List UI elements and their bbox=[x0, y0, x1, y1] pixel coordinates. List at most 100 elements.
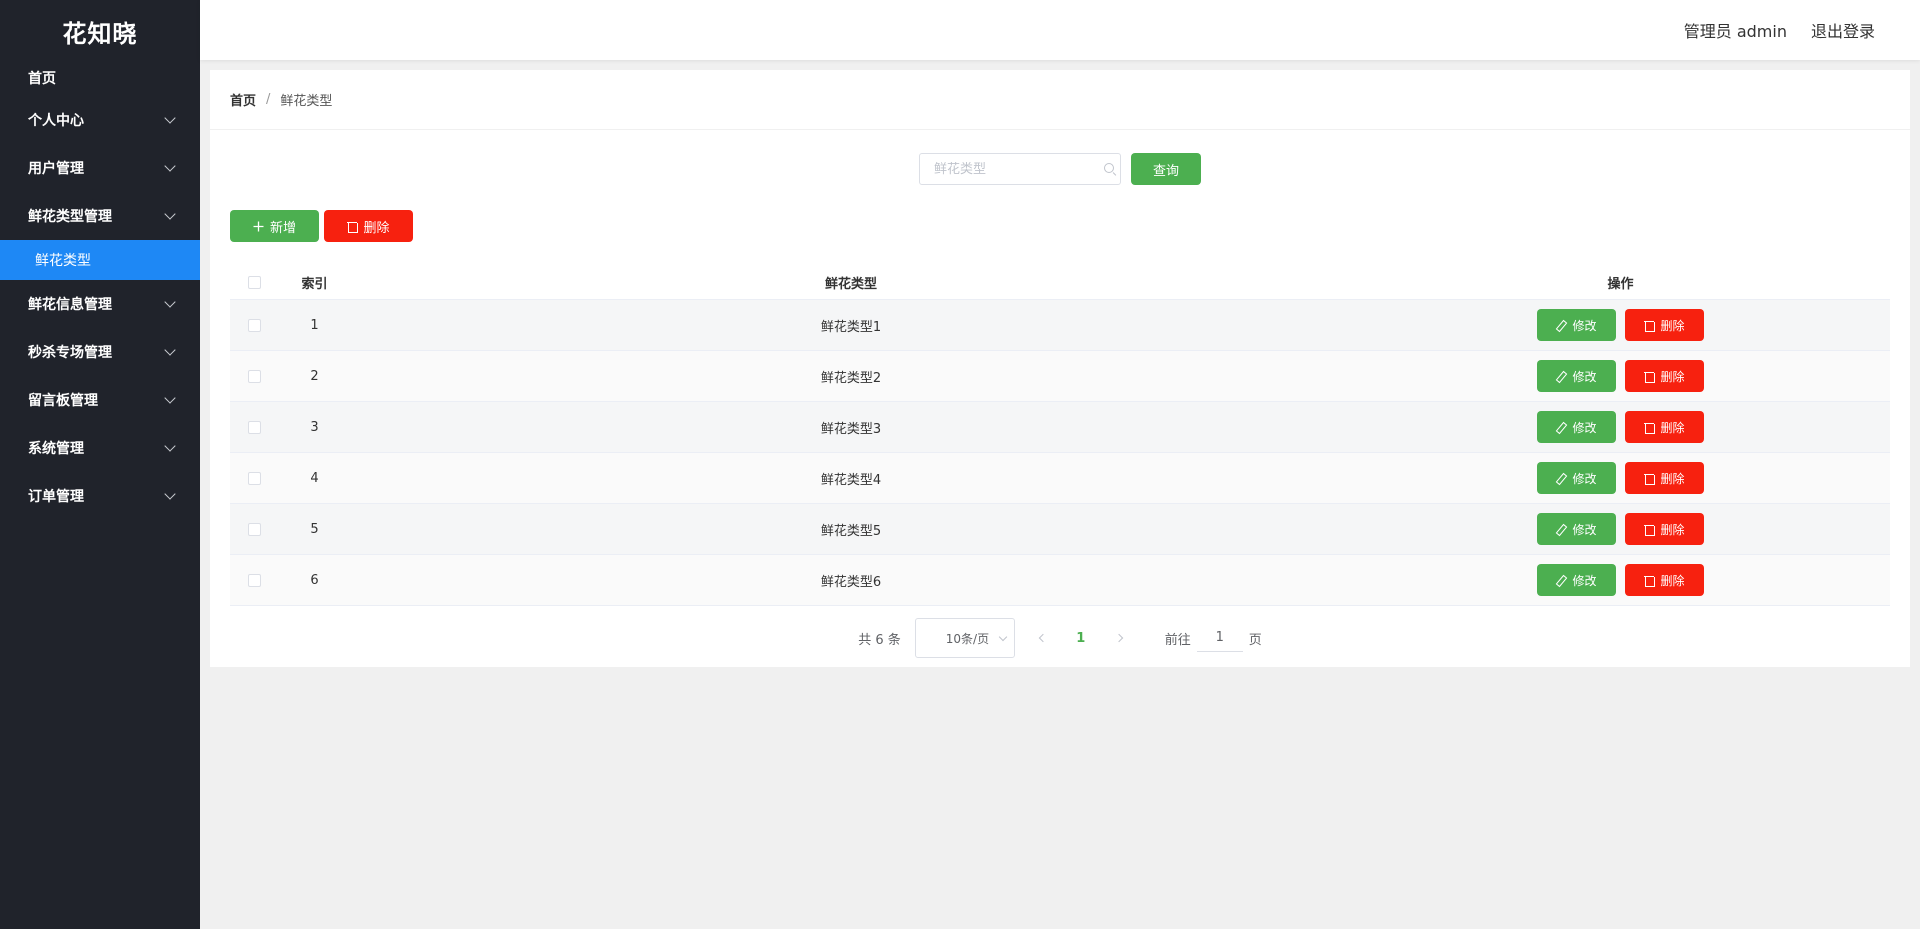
breadcrumb-separator: / bbox=[266, 92, 271, 107]
table-row: 1 鲜花类型1 修改 删除 bbox=[230, 300, 1890, 351]
sidebar-item-user-management[interactable]: 用户管理 bbox=[0, 144, 200, 192]
sidebar-item-label: 首页 bbox=[28, 71, 56, 87]
delete-button[interactable]: 删除 bbox=[1625, 513, 1704, 545]
sidebar-item-flower-info-management[interactable]: 鲜花信息管理 bbox=[0, 280, 200, 328]
edit-button[interactable]: 修改 bbox=[1537, 462, 1616, 494]
search-input[interactable] bbox=[934, 161, 1104, 177]
delete-button-label: 删除 bbox=[1660, 471, 1685, 486]
row-actions: 修改 删除 bbox=[1351, 309, 1890, 341]
sidebar-item-home[interactable]: 首页 bbox=[0, 60, 200, 96]
row-index: 6 bbox=[310, 572, 319, 588]
edit-button[interactable]: 修改 bbox=[1537, 309, 1616, 341]
search-field[interactable] bbox=[919, 153, 1121, 185]
app-logo: 花知晓 bbox=[62, 19, 138, 48]
breadcrumb: 首页 / 鲜花类型 bbox=[210, 70, 1910, 130]
delete-button[interactable]: 删除 bbox=[1625, 462, 1704, 494]
page-size-value: 10条/页 bbox=[945, 631, 990, 646]
main-panel: 首页 / 鲜花类型 查询 新增 删除 索引 鲜花类型 操作 bbox=[210, 70, 1910, 667]
delete-button-label: 删除 bbox=[1660, 522, 1685, 537]
add-button-label: 新增 bbox=[269, 220, 296, 236]
action-row: 新增 删除 bbox=[230, 210, 413, 242]
sidebar-subitem-flower-type[interactable]: 鲜花类型 bbox=[0, 240, 200, 280]
row-checkbox[interactable] bbox=[247, 420, 261, 434]
page-jump-suffix: 页 bbox=[1248, 632, 1262, 648]
row-index: 3 bbox=[310, 419, 319, 435]
pencil-icon bbox=[1556, 473, 1566, 483]
next-page-button[interactable] bbox=[1109, 628, 1129, 648]
page-jump: 前往 页 bbox=[1165, 624, 1262, 652]
delete-button[interactable]: 删除 bbox=[1625, 309, 1704, 341]
edit-button-label: 修改 bbox=[1572, 369, 1597, 384]
delete-button[interactable]: 删除 bbox=[1625, 411, 1704, 443]
table-row: 3 鲜花类型3 修改 删除 bbox=[230, 402, 1890, 453]
row-checkbox[interactable] bbox=[247, 522, 261, 536]
sidebar-item-system-management[interactable]: 系统管理 bbox=[0, 424, 200, 472]
pagination: 共 6 条 10条/页 1 前往 页 bbox=[210, 618, 1910, 658]
select-all-checkbox[interactable] bbox=[247, 275, 261, 289]
sidebar-item-message-board-management[interactable]: 留言板管理 bbox=[0, 376, 200, 424]
chevron-down-icon bbox=[164, 296, 176, 308]
sidebar-item-personal-center[interactable]: 个人中心 bbox=[0, 96, 200, 144]
page-number-current[interactable]: 1 bbox=[1071, 631, 1091, 646]
row-checkbox[interactable] bbox=[247, 369, 261, 383]
row-index: 4 bbox=[310, 470, 319, 486]
pencil-icon bbox=[1556, 524, 1566, 534]
column-header-flower-type: 鲜花类型 bbox=[824, 276, 877, 292]
chevron-down-icon bbox=[164, 160, 176, 172]
row-check-cell bbox=[230, 369, 278, 383]
add-button[interactable]: 新增 bbox=[230, 210, 319, 242]
delete-button[interactable]: 删除 bbox=[1625, 564, 1704, 596]
sidebar-item-label: 个人中心 bbox=[28, 113, 84, 129]
trash-icon bbox=[347, 221, 359, 233]
table-row: 6 鲜花类型6 修改 删除 bbox=[230, 555, 1890, 606]
row-checkbox[interactable] bbox=[247, 471, 261, 485]
row-index: 5 bbox=[310, 521, 319, 537]
chevron-down-icon bbox=[164, 208, 176, 220]
sidebar-item-label: 系统管理 bbox=[28, 441, 84, 457]
prev-page-button[interactable] bbox=[1033, 628, 1053, 648]
row-actions: 修改 删除 bbox=[1351, 411, 1890, 443]
pagination-total: 共 6 条 bbox=[858, 632, 901, 648]
chevron-down-icon bbox=[164, 344, 176, 356]
row-flower-type: 鲜花类型6 bbox=[820, 574, 882, 590]
page-size-select[interactable]: 10条/页 bbox=[914, 618, 1015, 658]
row-checkbox[interactable] bbox=[247, 318, 261, 332]
trash-icon bbox=[1644, 575, 1656, 587]
plus-icon bbox=[253, 221, 264, 232]
row-check-cell bbox=[230, 318, 278, 332]
table-header-row: 索引 鲜花类型 操作 bbox=[230, 265, 1890, 300]
edit-button[interactable]: 修改 bbox=[1537, 411, 1616, 443]
page-jump-input[interactable] bbox=[1196, 624, 1243, 652]
top-header: 管理员 admin 退出登录 bbox=[200, 0, 1920, 60]
sidebar-item-label: 秒杀专场管理 bbox=[28, 345, 112, 361]
delete-button-label: 删除 bbox=[1660, 573, 1685, 588]
sidebar-item-label: 鲜花信息管理 bbox=[28, 297, 112, 313]
query-button[interactable]: 查询 bbox=[1131, 153, 1201, 185]
chevron-right-icon bbox=[1114, 633, 1123, 643]
row-flower-type: 鲜花类型3 bbox=[820, 421, 882, 437]
edit-button[interactable]: 修改 bbox=[1537, 564, 1616, 596]
edit-button[interactable]: 修改 bbox=[1537, 360, 1616, 392]
sidebar-item-flower-type-management[interactable]: 鲜花类型管理 bbox=[0, 192, 200, 240]
delete-button-label: 删除 bbox=[1660, 420, 1685, 435]
delete-button-label: 删除 bbox=[1660, 369, 1685, 384]
pencil-icon bbox=[1556, 320, 1566, 330]
sidebar: 花知晓 首页 个人中心 用户管理 鲜花类型管理 鲜花类型 鲜花信息管理 秒杀专场… bbox=[0, 0, 200, 929]
sidebar-item-order-management[interactable]: 订单管理 bbox=[0, 472, 200, 520]
edit-button[interactable]: 修改 bbox=[1537, 513, 1616, 545]
bulk-delete-button[interactable]: 删除 bbox=[324, 210, 413, 242]
row-index: 1 bbox=[310, 317, 319, 333]
row-check-cell bbox=[230, 522, 278, 536]
chevron-down-icon bbox=[164, 488, 176, 500]
sidebar-item-label: 用户管理 bbox=[28, 161, 84, 177]
row-check-cell bbox=[230, 420, 278, 434]
sidebar-item-flash-sale-management[interactable]: 秒杀专场管理 bbox=[0, 328, 200, 376]
logout-link[interactable]: 退出登录 bbox=[1811, 18, 1875, 42]
row-checkbox[interactable] bbox=[247, 573, 261, 587]
delete-button[interactable]: 删除 bbox=[1625, 360, 1704, 392]
bulk-delete-button-label: 删除 bbox=[363, 220, 390, 236]
search-icon bbox=[1104, 162, 1117, 176]
table-row: 4 鲜花类型4 修改 删除 bbox=[230, 453, 1890, 504]
delete-button-label: 删除 bbox=[1660, 318, 1685, 333]
breadcrumb-home[interactable]: 首页 bbox=[230, 90, 256, 109]
